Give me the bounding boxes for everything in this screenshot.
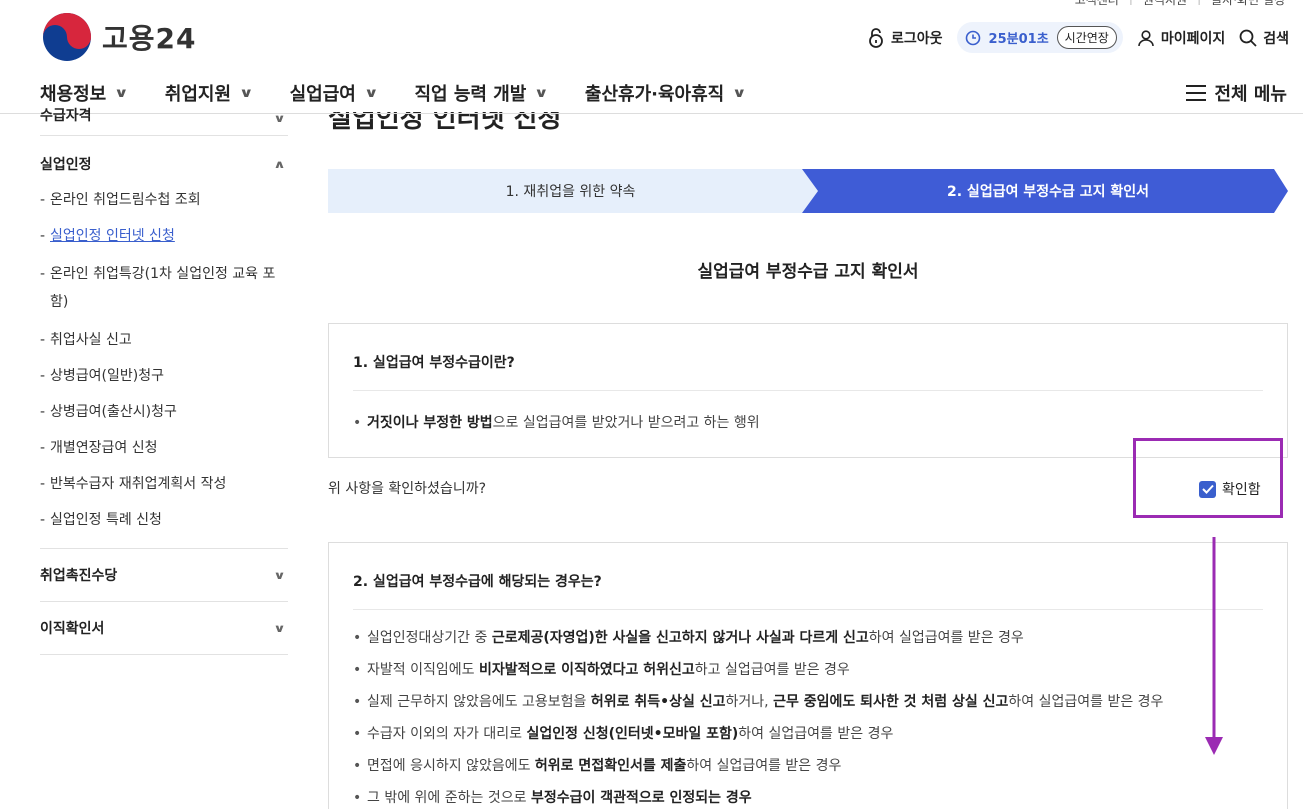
list-item: • 거짓이나 부정한 방법으로 실업급여를 받았거나 받으려고 하는 행위 — [353, 415, 760, 431]
cases-list: • 실업인정대상기간 중 근로제공(자영업)한 사실을 신고하지 않거나 사실과 … — [353, 610, 1263, 809]
extend-time-button[interactable]: 시간연장 — [1056, 26, 1117, 49]
list-item: • 면접에 응시하지 않았음에도 허위로 면접확인서를 제출하여 실업급여를 받은… — [353, 758, 842, 774]
user-icon — [1138, 29, 1154, 46]
chevron-down-icon: ∨ — [363, 85, 379, 101]
nav-label: 취업지원 — [164, 84, 232, 105]
list-item: • 수급자 이외의 자가 대리로 실업인정 신청(인터넷•모바일 포함)하여 실업… — [353, 726, 894, 742]
divider: | — [1197, 0, 1201, 8]
chevron-down-icon: ∨ — [273, 621, 286, 635]
sidebar-group-label: 이직확인서 — [40, 621, 105, 637]
list-item: • 실업인정대상기간 중 근로제공(자영업)한 사실을 신고하지 않거나 사실과 … — [353, 630, 1024, 646]
confirm-question: 위 사항을 확인하셨습니까? — [328, 481, 487, 497]
sidebar: 수급자격 ∨ 실업인정 ∧ - 온라인 취업드림수첩 조회 - 실업인정 인터넷 신… — [40, 108, 288, 655]
definition-list: • 거짓이나 부정한 방법으로 실업급여를 받았거나 받으려고 하는 행위 — [353, 391, 1263, 439]
sidebar-group-eligibility[interactable]: 수급자격 ∨ — [40, 104, 288, 136]
nav-item-employment-support[interactable]: 취업지원 ∨ — [164, 80, 254, 106]
sidebar-group-promotion-allowance[interactable]: 취업촉진수당 ∨ — [40, 549, 288, 602]
sidebar-item-reemployment-plan[interactable]: - 반복수급자 재취업계획서 작성 — [40, 466, 288, 502]
sidebar-item-sickness-maternity[interactable]: - 상병급여(출산시)청구 — [40, 394, 288, 430]
logout-button[interactable]: 로그아웃 — [867, 27, 943, 48]
timer-value: 25분01초 — [988, 32, 1049, 47]
session-timer: 25분01초 시간연장 — [956, 22, 1123, 53]
annotation-arrow-down-icon — [1205, 537, 1223, 755]
nav-label: 출산휴가·육아휴직 — [584, 84, 725, 105]
nav-label: 채용정보 — [40, 84, 107, 105]
section-title: 실업급여 부정수급 고지 확인서 — [697, 262, 919, 282]
taegeuk-logo-icon — [43, 13, 91, 61]
chevron-down-icon: ∨ — [273, 112, 286, 125]
search-button[interactable]: 검색 — [1239, 28, 1289, 48]
nav-label: 직업 능력 개발 — [414, 84, 527, 105]
nav-item-skills-development[interactable]: 직업 능력 개발 ∨ — [414, 80, 550, 106]
sidebar-item-employment-report[interactable]: - 취업사실 신고 — [40, 322, 288, 358]
all-menu-label: 전체 메뉴 — [1214, 84, 1287, 105]
sidebar-item-extension-benefit[interactable]: - 개별연장급여 신청 — [40, 430, 288, 466]
site-logo[interactable]: 고용24 — [42, 12, 197, 62]
nav-item-jobs[interactable]: 채용정보 ∨ — [40, 80, 129, 106]
header-actions: 로그아웃 25분01초 시간연장 마이페이지 검색 — [867, 22, 1289, 53]
sidebar-item-internet-application[interactable]: - 실업인정 인터넷 신청 — [40, 218, 288, 254]
nav-item-maternity-leave[interactable]: 출산휴가·육아휴직 ∨ — [584, 80, 747, 106]
sidebar-item-sickness-general[interactable]: - 상병급여(일반)청구 — [40, 358, 288, 394]
chevron-down-icon: ∨ — [534, 85, 550, 101]
search-icon — [1239, 29, 1257, 47]
sidebar-item-handbook[interactable]: - 온라인 취업드림수첩 조회 — [40, 182, 288, 218]
logout-label: 로그아웃 — [891, 30, 943, 47]
mypage-button[interactable]: 마이페이지 — [1137, 28, 1225, 48]
nav-label: 실업급여 — [289, 84, 356, 105]
step-2-active: 2. 실업급여 부정수급 고지 확인서 — [947, 184, 1149, 200]
search-label: 검색 — [1263, 30, 1289, 47]
sidebar-group-label: 수급자격 — [40, 108, 92, 124]
cases-box: 2. 실업급여 부정수급에 해당되는 경우는? • 실업인정대상기간 중 근로제공… — [328, 542, 1288, 809]
chevron-down-icon: ∨ — [273, 568, 286, 582]
lock-icon — [869, 27, 883, 48]
sidebar-item-online-lecture[interactable]: - 온라인 취업특강(1차 실업인정 교육 포함) — [40, 254, 288, 322]
sidebar-sub-list: - 온라인 취업드림수첩 조회 - 실업인정 인터넷 신청 - 온라인 취업특강(1차… — [40, 174, 288, 549]
clock-icon — [965, 30, 980, 45]
list-item: • 실제 근무하지 않았음에도 고용보험을 허위로 취득•상실 신고하거나, 근무… — [353, 694, 1164, 710]
list-item: • 자발적 이직임에도 비자발적으로 이직하였다고 허위신고하고 실업급여를 받은… — [353, 662, 850, 678]
sidebar-group-label: 취업촉진수당 — [40, 568, 118, 584]
definition-heading: 1. 실업급여 부정수급이란? — [353, 324, 1263, 391]
annotation-highlight-box — [1133, 438, 1283, 518]
nav-item-unemployment-benefit[interactable]: 실업급여 ∨ — [289, 80, 379, 106]
mypage-label: 마이페이지 — [1160, 30, 1226, 47]
sidebar-item-special-case[interactable]: - 실업인정 특례 신청 — [40, 502, 288, 538]
step-1: 1. 재취업을 위한 약속 — [505, 184, 636, 200]
divider: | — [1129, 0, 1133, 8]
util-customer-center[interactable]: 고객센터 — [1075, 0, 1119, 8]
list-item: • 그 밖에 위에 준하는 것으로 부정수급이 객관적으로 인정되는 경우 — [353, 790, 752, 806]
utility-bar: 고객센터 | 원격지원 | 글자·화면 설정 — [1075, 0, 1285, 8]
util-remote-support[interactable]: 원격지원 — [1143, 0, 1187, 8]
cases-heading: 2. 실업급여 부정수급에 해당되는 경우는? — [353, 543, 1263, 610]
chevron-down-icon: ∨ — [238, 85, 254, 101]
sidebar-group-unemployment-recognition[interactable]: 실업인정 ∧ — [40, 136, 288, 174]
chevron-down-icon: ∨ — [114, 85, 129, 101]
sidebar-group-label: 실업인정 — [40, 157, 92, 173]
hamburger-icon — [1186, 85, 1207, 101]
chevron-up-icon: ∧ — [273, 157, 286, 171]
logo-text: 고용24 — [102, 22, 197, 55]
sidebar-group-separation-confirmation[interactable]: 이직확인서 ∨ — [40, 602, 288, 655]
step-indicator: 1. 재취업을 위한 약속 2. 실업급여 부정수급 고지 확인서 — [328, 169, 1288, 213]
util-display-settings[interactable]: 글자·화면 설정 — [1211, 0, 1285, 8]
all-menu-button[interactable]: 전체 메뉴 — [1186, 80, 1287, 106]
chevron-down-icon: ∨ — [732, 85, 747, 101]
